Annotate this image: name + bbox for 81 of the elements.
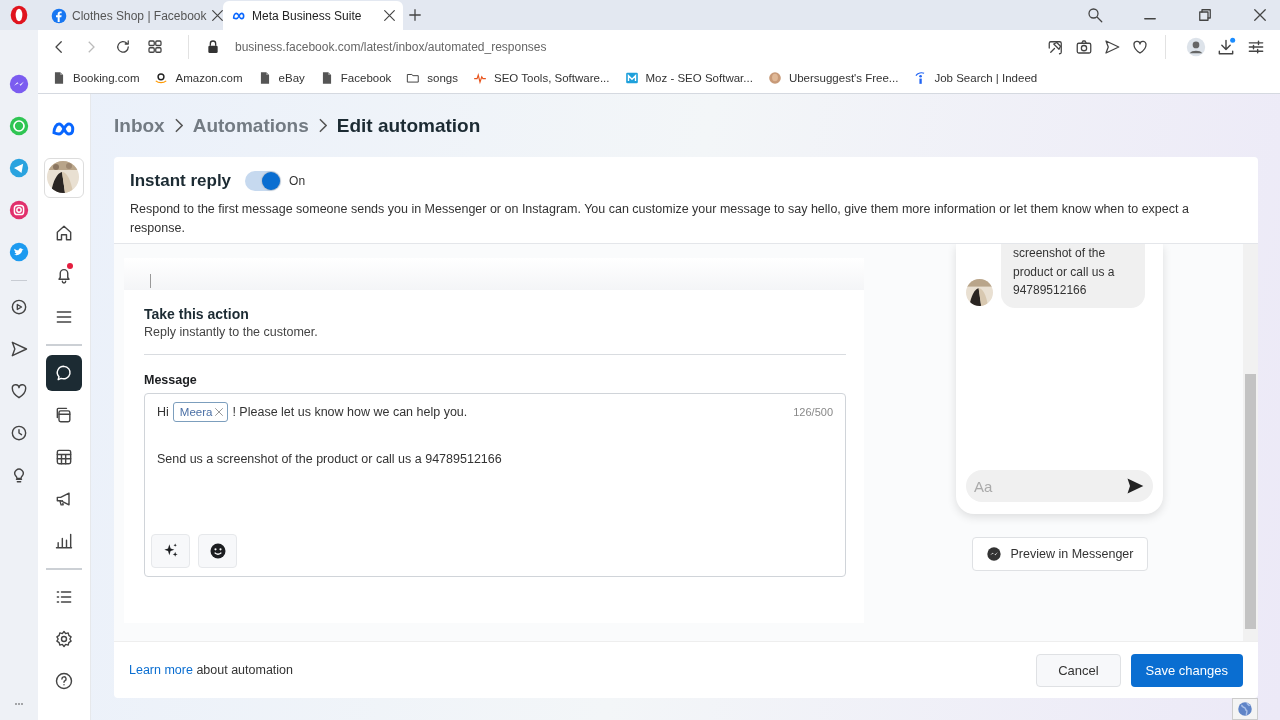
message-text: ! Please let us know how we can help you. xyxy=(232,405,468,419)
bar-chart-icon xyxy=(54,531,74,551)
chevron-right-icon xyxy=(174,118,183,133)
person-avatar-icon xyxy=(767,71,782,85)
breadcrumb-link[interactable]: Inbox xyxy=(114,114,165,137)
nav-button[interactable] xyxy=(46,355,82,391)
chat-bubble: screenshot of the product or call us a 94789512166 xyxy=(1001,244,1145,308)
download-icon[interactable] xyxy=(1216,36,1236,57)
cancel-button[interactable]: Cancel xyxy=(1036,653,1121,687)
close-icon[interactable] xyxy=(384,10,395,21)
opera-logo-icon[interactable] xyxy=(9,5,29,25)
name-tag[interactable]: Meera xyxy=(172,402,229,422)
section-title: Instant reply xyxy=(130,171,232,191)
close-icon[interactable] xyxy=(1251,6,1269,24)
heart-icon[interactable] xyxy=(9,381,29,401)
address-bar[interactable]: business.facebook.com/latest/inbox/automated_responses xyxy=(235,39,547,54)
message-text: Hi xyxy=(157,405,169,419)
message-text: Send us a screenshot of the product or call us a 94789512166 xyxy=(157,452,503,466)
section-subtitle: Reply instantly to the customer. xyxy=(144,325,319,339)
preview-button[interactable]: Preview in Messenger xyxy=(971,537,1148,571)
bookmark[interactable]: Job Search | Indeed xyxy=(913,71,1038,85)
twitter-icon[interactable] xyxy=(9,242,29,262)
globe-icon xyxy=(1236,700,1254,718)
footer-text: Learn more about automation xyxy=(129,663,293,677)
section-heading: Take this action xyxy=(144,306,250,322)
user-avatar-icon[interactable] xyxy=(1186,36,1206,57)
lock-icon[interactable] xyxy=(205,38,221,55)
message-field[interactable]: Hi Meera ! Please let us know how we can help you. 126/500 Send us a screenshot of the product or call us a 94789512166 xyxy=(144,393,846,577)
file-icon xyxy=(52,71,66,85)
table-icon xyxy=(54,447,74,467)
browser-tab[interactable]: Meta Business Suite xyxy=(223,1,403,30)
grid-icon[interactable] xyxy=(146,37,164,56)
page-title: Edit automation xyxy=(336,114,481,137)
instagram-icon[interactable] xyxy=(9,200,29,220)
messenger-icon[interactable] xyxy=(9,74,29,94)
bookmark[interactable]: Ubersuggest's Free... xyxy=(767,71,899,85)
messenger-icon xyxy=(985,546,1002,562)
remove-icon[interactable] xyxy=(215,408,224,416)
character-counter: 126/500 xyxy=(793,406,833,418)
description: Respond to the first message someone sends you in Messenger or on Instagram. You can customize your message to say hello, give them more information or let them know when to expect a response. xyxy=(130,201,1190,237)
toggle-switch[interactable] xyxy=(245,171,282,191)
home-icon xyxy=(54,223,74,243)
bookmark[interactable]: Facebook xyxy=(319,71,392,85)
facebook-icon xyxy=(51,7,67,24)
bookmark[interactable]: eBay xyxy=(257,71,305,85)
language-button[interactable] xyxy=(1232,698,1258,720)
emoji-button[interactable] xyxy=(198,534,237,568)
learn-more-link[interactable]: Learn more xyxy=(129,663,193,677)
bookmark[interactable]: SEO Tools, Software... xyxy=(473,71,610,85)
search-icon[interactable] xyxy=(1086,6,1104,24)
scrollbar[interactable] xyxy=(1243,244,1258,641)
toggle-label: On xyxy=(289,174,306,188)
field-label: Message xyxy=(144,373,198,387)
play-icon[interactable] xyxy=(9,297,29,317)
pulse-icon xyxy=(473,71,487,85)
bookmark[interactable]: Amazon.com xyxy=(154,71,243,85)
browser-tab[interactable]: Clothes Shop | Facebook xyxy=(43,1,223,30)
new-tab-icon[interactable] xyxy=(409,9,421,21)
bookmark[interactable]: Moz - SEO Softwar... xyxy=(624,71,753,85)
save-button[interactable]: Save changes xyxy=(1130,653,1243,687)
breadcrumb-link[interactable]: Automations xyxy=(192,114,309,137)
help-icon xyxy=(54,671,74,691)
chat-icon xyxy=(54,363,74,383)
pages-icon xyxy=(54,405,74,425)
settings-icon xyxy=(54,629,74,649)
close-icon[interactable] xyxy=(211,10,223,21)
send-icon[interactable] xyxy=(1125,476,1145,496)
bookmark[interactable]: Booking.com xyxy=(52,71,140,85)
folder-icon xyxy=(406,71,421,85)
camera-icon[interactable] xyxy=(1075,37,1093,56)
ai-suggest-button[interactable] xyxy=(151,534,190,568)
reload-icon[interactable] xyxy=(114,37,132,56)
send-icon[interactable] xyxy=(9,339,29,359)
restore-icon[interactable] xyxy=(1196,6,1214,24)
smile-arrow-icon xyxy=(154,71,169,85)
telegram-icon[interactable] xyxy=(9,158,29,178)
bookmark[interactable]: songs xyxy=(406,71,458,85)
clock-icon[interactable] xyxy=(9,423,29,443)
moz-logo-icon xyxy=(624,71,639,85)
account-avatar[interactable] xyxy=(44,158,84,198)
chevron-right-icon xyxy=(318,118,327,133)
